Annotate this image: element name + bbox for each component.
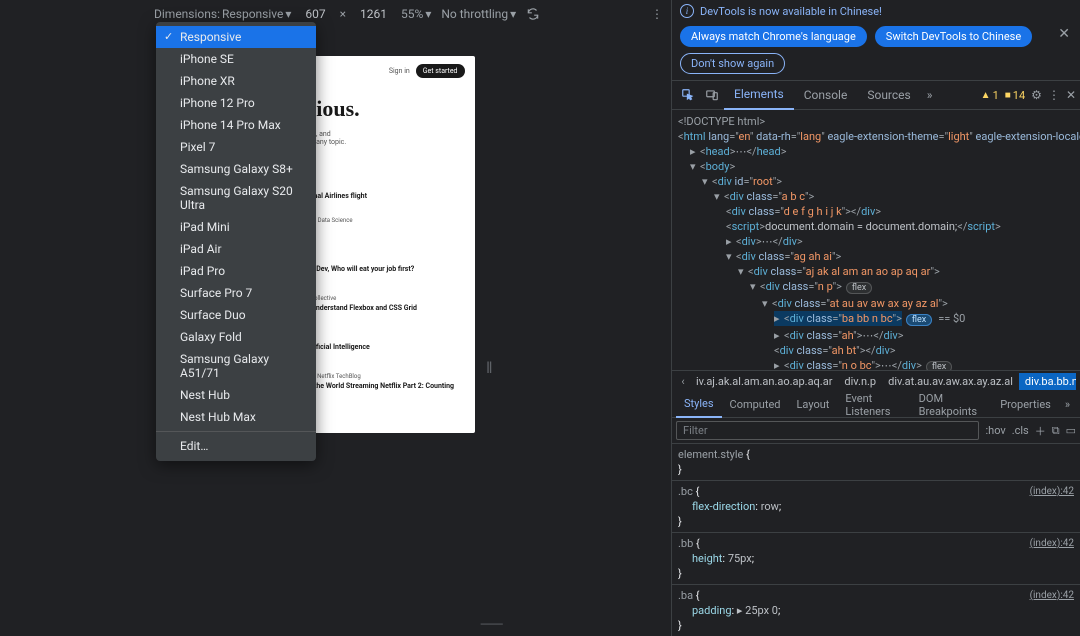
device-option[interactable]: iPhone 14 Pro Max	[156, 114, 316, 136]
device-option[interactable]: Pixel 7	[156, 136, 316, 158]
device-dropdown-menu: ResponsiveiPhone SEiPhone XRiPhone 12 Pr…	[156, 22, 316, 461]
height-input[interactable]: 1261	[356, 5, 391, 23]
device-option[interactable]: Surface Pro 7	[156, 282, 316, 304]
warnings-count[interactable]: ▲1	[981, 89, 999, 102]
always-match-button[interactable]: Always match Chrome's language	[680, 26, 867, 47]
device-option[interactable]: iPad Air	[156, 238, 316, 260]
get-started-button[interactable]: Get started	[416, 64, 465, 78]
resize-handle-bottom[interactable]: ⸺	[480, 613, 503, 633]
dimensions-label: Dimensions:	[154, 7, 220, 21]
tab-console[interactable]: Console	[794, 80, 858, 110]
dimensions-value: Responsive	[222, 7, 283, 21]
device-option[interactable]: iPhone SE	[156, 48, 316, 70]
styles-filter-input[interactable]	[676, 421, 979, 440]
hero-title: rious.	[307, 96, 459, 122]
subtabs-overflow-icon[interactable]: »	[1059, 398, 1076, 411]
cls-toggle[interactable]: .cls	[1012, 424, 1029, 437]
rotate-icon[interactable]	[526, 7, 540, 21]
close-devtools-icon[interactable]: ✕	[1066, 88, 1076, 102]
chevron-down-icon: ▾	[510, 7, 516, 21]
subtab-layout[interactable]: Layout	[789, 392, 838, 418]
device-option[interactable]: Samsung Galaxy A51/71	[156, 348, 316, 384]
source-link[interactable]: (index):42	[1030, 484, 1074, 499]
subtab-event-listeners[interactable]: Event Listeners	[837, 392, 910, 418]
tab-sources[interactable]: Sources	[857, 80, 920, 110]
dimensions-dropdown[interactable]: Dimensions: Responsive ▾	[154, 7, 291, 21]
more-options-icon[interactable]: ⋮	[651, 7, 663, 21]
subtab-properties[interactable]: Properties	[992, 392, 1059, 418]
close-icon[interactable]: ✕	[1058, 26, 1070, 42]
device-mode-icon[interactable]	[700, 88, 724, 102]
device-option[interactable]: iPhone 12 Pro	[156, 92, 316, 114]
locale-notice: i DevTools is now available in Chinese!	[672, 0, 1080, 22]
computed-toggle-icon[interactable]: ▭	[1066, 424, 1076, 437]
width-input[interactable]: 607	[301, 5, 329, 23]
styles-panel[interactable]: element.style {}(index):42.bc {flex-dire…	[672, 444, 1080, 636]
source-link[interactable]: (index):42	[1030, 588, 1074, 603]
info-icon: i	[680, 4, 694, 18]
device-option[interactable]: iPad Mini	[156, 216, 316, 238]
tabs-overflow-icon[interactable]: »	[921, 80, 939, 110]
tab-elements[interactable]: Elements	[724, 80, 794, 110]
device-option[interactable]: Galaxy Fold	[156, 326, 316, 348]
chevron-down-icon: ▾	[425, 7, 431, 21]
switch-language-button[interactable]: Switch DevTools to Chinese	[875, 26, 1032, 47]
resize-handle-right[interactable]: ‖	[486, 358, 493, 378]
device-edit[interactable]: Edit…	[156, 435, 316, 457]
subtab-dom-breakpoints[interactable]: DOM Breakpoints	[911, 392, 993, 418]
chevron-down-icon: ▾	[285, 7, 291, 21]
more-icon[interactable]: ⋮	[1048, 88, 1060, 102]
subtab-styles[interactable]: Styles	[676, 392, 722, 418]
device-option[interactable]: Nest Hub Max	[156, 406, 316, 428]
breadcrumb-item[interactable]: div.n.p	[838, 373, 882, 390]
crumb-scroll-left[interactable]: ‹	[676, 375, 690, 388]
breadcrumb: ‹ iv.aj.ak.al.am.an.ao.ap.aq.ardiv.n.pdi…	[672, 370, 1080, 392]
device-option[interactable]: iPad Pro	[156, 260, 316, 282]
article-publication: Netflix TechBlog	[317, 373, 361, 380]
times-icon: ×	[340, 7, 346, 21]
settings-icon[interactable]: ⚙	[1031, 88, 1042, 102]
inspect-icon[interactable]	[676, 88, 700, 102]
errors-count[interactable]: ■14	[1005, 89, 1025, 102]
device-option[interactable]: Samsung Galaxy S8+	[156, 158, 316, 180]
devtools-tabs: Elements Console Sources » ▲1 ■14 ⚙ ⋮ ✕	[672, 80, 1080, 110]
zoom-dropdown[interactable]: 55% ▾	[401, 7, 431, 21]
styles-subtabs: StylesComputedLayoutEvent ListenersDOM B…	[672, 392, 1080, 418]
source-link[interactable]: (index):42	[1030, 536, 1074, 551]
throttle-dropdown[interactable]: No throttling ▾	[441, 7, 516, 21]
device-option[interactable]: Nest Hub	[156, 384, 316, 406]
throttle-value: No throttling	[441, 7, 508, 21]
dont-show-button[interactable]: Don't show again	[680, 53, 785, 74]
device-toolbar: Dimensions: Responsive ▾ 607 × 1261 55% …	[0, 0, 671, 28]
breadcrumb-item[interactable]: iv.aj.ak.al.am.an.ao.ap.aq.ar	[690, 373, 838, 390]
sign-in-link[interactable]: Sign in	[389, 67, 410, 75]
breadcrumb-item[interactable]: div.ba.bb.n.bc	[1019, 373, 1076, 390]
copy-styles-icon[interactable]: ⧉	[1052, 424, 1060, 438]
breadcrumb-item[interactable]: div.at.au.av.aw.ax.ay.az.al	[882, 373, 1019, 390]
device-option[interactable]: Responsive	[156, 26, 316, 48]
viewport: Sign in Get started rious. ing, andon an…	[0, 28, 671, 636]
notice-text: DevTools is now available in Chinese!	[700, 5, 882, 18]
subtab-computed[interactable]: Computed	[722, 392, 789, 418]
device-option[interactable]: iPhone XR	[156, 70, 316, 92]
device-option[interactable]: Samsung Galaxy S20 Ultra	[156, 180, 316, 216]
zoom-value: 55%	[401, 7, 423, 21]
hov-toggle[interactable]: :hov	[985, 424, 1005, 437]
dom-tree[interactable]: <!DOCTYPE html><html lang="en" data-rh="…	[672, 110, 1080, 370]
device-option[interactable]: Surface Duo	[156, 304, 316, 326]
new-style-icon[interactable]: ＋	[1035, 423, 1046, 439]
